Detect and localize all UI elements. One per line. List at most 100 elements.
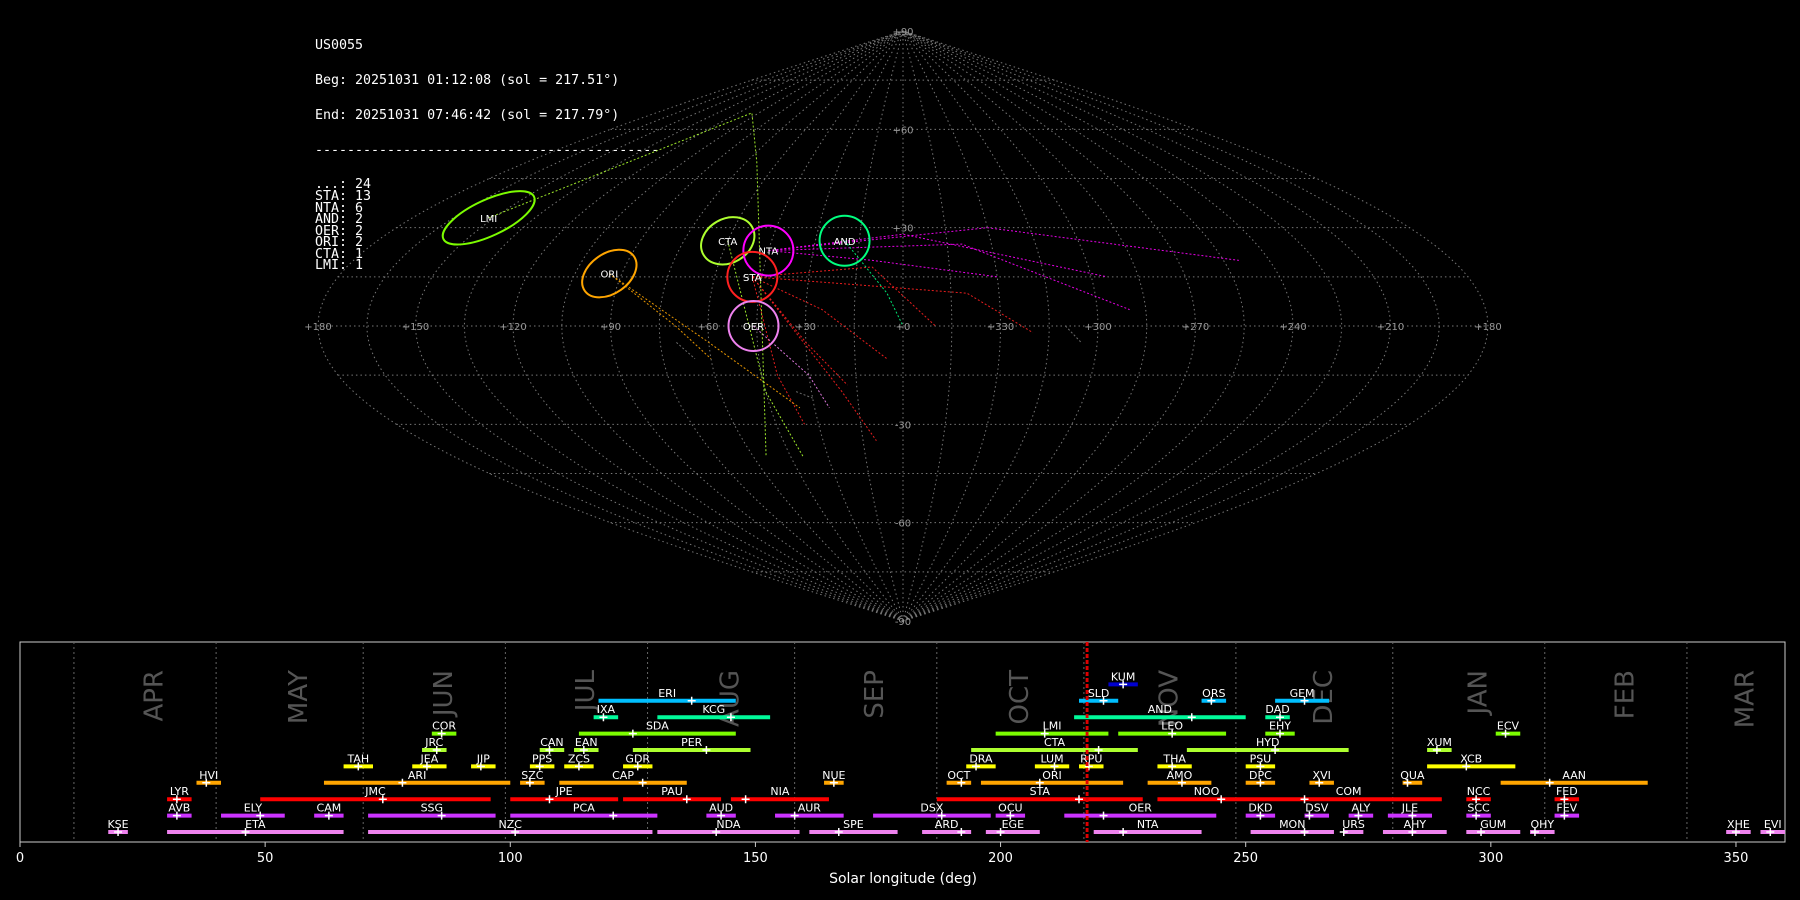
shower-label: EHY xyxy=(1269,720,1291,733)
month-label: FEB xyxy=(1610,670,1640,719)
shower-label: COR xyxy=(432,720,456,733)
shower-label: MON xyxy=(1279,818,1305,831)
shower-label: COM xyxy=(1336,785,1362,798)
shower-label: IXA xyxy=(597,703,616,716)
longitude-tick-label: +180 xyxy=(304,322,331,333)
shower-label: SPE xyxy=(843,818,864,831)
shower-label: DSX xyxy=(920,802,943,815)
shower-label: JMC xyxy=(364,785,386,798)
shower-label: JEA xyxy=(420,752,439,765)
month-label: MAY xyxy=(284,670,314,724)
longitude-tick-label: +240 xyxy=(1279,322,1306,333)
shower-label: AAN xyxy=(1562,769,1586,782)
shower-label: AMO xyxy=(1167,769,1193,782)
meteor-trail xyxy=(752,266,936,327)
shower-label: GUM xyxy=(1480,818,1506,831)
shower-label: AVB xyxy=(168,802,190,815)
shower-label: SDA xyxy=(646,720,669,733)
shower-label: CAN xyxy=(540,736,563,749)
shower-label: SZC xyxy=(521,769,544,782)
shower-label: LYR xyxy=(170,785,189,798)
meteor-trail xyxy=(1065,325,1082,343)
longitude-tick-label: +300 xyxy=(1084,322,1111,333)
shower-label: PAU xyxy=(661,785,683,798)
radiant-label: AND xyxy=(834,237,856,248)
shower-label: HVI xyxy=(199,769,218,782)
shower-label: ORS xyxy=(1202,687,1225,700)
shower-label: NOO xyxy=(1194,785,1220,798)
meteor-trail xyxy=(753,325,830,409)
meteor-trail xyxy=(752,276,888,360)
shower-timeline-chart: APR MAY JUN JUL AUG SEP OCT NOV DEC JAN FEB MAR KUM… xyxy=(16,641,1786,887)
sky-tick-labels: +180 +150 +120 +90 +60 +30 +0 +330 +300 +270 +240 +… xyxy=(304,27,1501,628)
shower-label: XHE xyxy=(1727,818,1750,831)
longitude-tick-label: +0 xyxy=(896,322,911,333)
shower-label: OCT xyxy=(947,769,970,782)
meridian-line xyxy=(902,30,1343,622)
shower-label: EVI xyxy=(1764,818,1782,831)
shower-label: PSU xyxy=(1250,752,1272,765)
meteor-trail xyxy=(768,250,998,278)
shower-label: DAD xyxy=(1265,703,1289,716)
shower-label: EGE xyxy=(1002,818,1024,831)
month-label: JAN xyxy=(1463,670,1493,716)
shower-label: URS xyxy=(1342,818,1365,831)
longitude-tick-label: +120 xyxy=(499,322,526,333)
shower-label: LUM xyxy=(1040,752,1063,765)
month-label: OCT xyxy=(1005,670,1035,725)
shower-label: DPC xyxy=(1249,769,1272,782)
longitude-tick-label: +30 xyxy=(795,322,816,333)
latitude-tick-label: +60 xyxy=(892,125,913,136)
shower-label: XCB xyxy=(1460,752,1482,765)
latitude-tick-label: +30 xyxy=(892,224,913,235)
shower-label: OER xyxy=(1129,802,1153,815)
longitude-tick-label: +330 xyxy=(987,322,1014,333)
shower-label: DKD xyxy=(1248,802,1272,815)
shower-label: NCC xyxy=(1467,785,1491,798)
longitude-tick-label: +180 xyxy=(1474,322,1501,333)
shower-label: TAH xyxy=(346,752,369,765)
x-tick-label: 250 xyxy=(1233,851,1258,866)
shower-label: SSG xyxy=(421,802,444,815)
shower-label: JPE xyxy=(555,785,573,798)
shower-label: THA xyxy=(1162,752,1186,765)
shower-label: XVI xyxy=(1313,769,1331,782)
shower-label: PPS xyxy=(532,752,552,765)
shower-label: XUM xyxy=(1427,736,1452,749)
shower-label: DSV xyxy=(1305,802,1328,815)
shower-label: SCC xyxy=(1467,802,1490,815)
shower-label: PER xyxy=(681,736,703,749)
x-tick-label: 100 xyxy=(498,851,523,866)
radiant-label: LMI xyxy=(480,214,497,225)
shower-label: AND xyxy=(1148,703,1172,716)
shower-label: PCA xyxy=(573,802,595,815)
radiant-label: STA xyxy=(743,273,762,284)
latitude-tick-label: +90 xyxy=(892,27,913,38)
shower-label: ARI xyxy=(408,769,426,782)
shower-label: QUA xyxy=(1400,769,1425,782)
shower-label: ETA xyxy=(245,818,266,831)
shower-label: ERI xyxy=(658,687,676,700)
shower-label: CTA xyxy=(1044,736,1066,749)
shower-label: KSE xyxy=(107,818,128,831)
shower-label: AUR xyxy=(798,802,822,815)
radiant-label: ORI xyxy=(600,270,618,281)
shower-label: NIA xyxy=(770,785,789,798)
shower-label: NDA xyxy=(716,818,741,831)
meteor-trail xyxy=(676,342,696,360)
meridian-line xyxy=(658,30,904,622)
month-label: JUN xyxy=(429,670,459,718)
month-label: SEP xyxy=(860,670,890,719)
shower-label: LEO xyxy=(1161,720,1183,733)
radiant-label: CTA xyxy=(718,237,737,248)
shower-label: JRC xyxy=(424,736,443,749)
shower-label: ECV xyxy=(1497,720,1520,733)
shower-label: NUE xyxy=(822,769,845,782)
shower-label: ORI xyxy=(1042,769,1062,782)
shower-label: CAM xyxy=(317,802,342,815)
longitude-tick-label: +270 xyxy=(1182,322,1209,333)
shower-label: AHY xyxy=(1404,818,1427,831)
month-label: MAR xyxy=(1730,670,1760,728)
x-tick-label: 150 xyxy=(743,851,768,866)
shower-label: NZC xyxy=(499,818,523,831)
